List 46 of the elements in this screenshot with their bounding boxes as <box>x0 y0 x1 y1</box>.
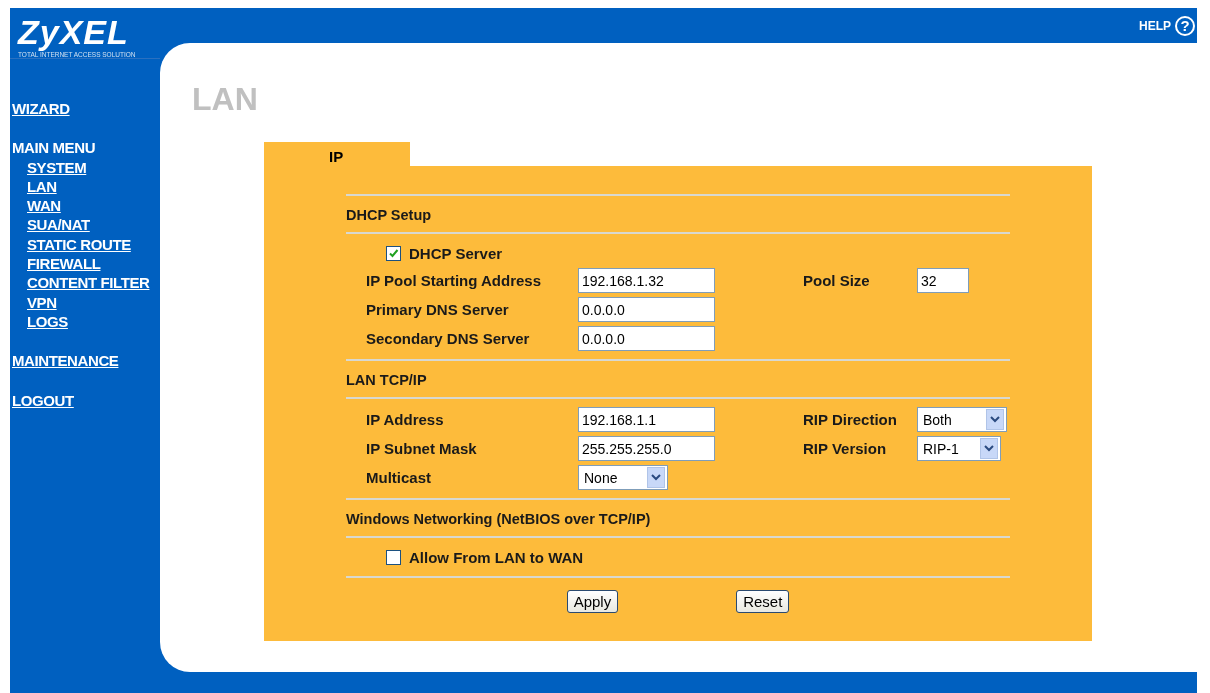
menu-link[interactable]: STATIC ROUTE <box>27 234 160 255</box>
menu-link[interactable]: SUA/NAT <box>27 215 160 235</box>
menu-link[interactable]: WIZARD <box>12 99 160 119</box>
field-label: Secondary DNS Server <box>366 330 531 347</box>
field-label: RIP Version <box>803 440 888 457</box>
menu-link[interactable]: SYSTEM <box>27 157 160 177</box>
action-button[interactable]: Reset <box>736 590 790 613</box>
field-label: Primary DNS Server <box>366 301 510 318</box>
field-label: IP Subnet Mask <box>366 440 478 457</box>
chevron-down-icon <box>647 467 665 488</box>
checkbox-label: Allow From LAN to WAN <box>409 548 584 566</box>
dropdown[interactable]: Both <box>917 407 1007 432</box>
help-link[interactable]: HELP ? <box>1139 15 1195 36</box>
field-label: Pool Size <box>803 272 871 289</box>
section-title: DHCP Setup <box>346 206 433 225</box>
menu-link[interactable]: CONTENT FILTER <box>27 273 160 293</box>
menu-link[interactable]: LOGOUT <box>12 390 160 410</box>
checkbox-label: DHCP Server <box>409 244 503 262</box>
chevron-down-icon <box>980 438 998 459</box>
dropdown[interactable]: RIP-1 <box>917 436 1001 461</box>
action-button[interactable]: Apply <box>566 590 619 613</box>
section-title: Windows Networking (NetBIOS over TCP/IP) <box>346 510 652 529</box>
dropdown[interactable]: None <box>578 465 668 490</box>
input-field[interactable]: 0.0.0.0 <box>578 326 715 351</box>
input-field[interactable]: 192.168.1.1 <box>578 407 715 432</box>
input-field[interactable]: 255.255.255.0 <box>578 436 715 461</box>
page-title: LAN <box>192 81 259 118</box>
field-label: RIP Direction <box>803 411 898 428</box>
input-field[interactable]: 0.0.0.0 <box>578 297 715 322</box>
menu-link[interactable]: LAN <box>27 176 160 197</box>
checkbox[interactable] <box>386 549 401 565</box>
input-field[interactable]: 32 <box>917 268 969 293</box>
field-label: IP Address <box>366 411 445 428</box>
checkbox[interactable] <box>386 245 401 261</box>
menu-link[interactable]: MAINTENANCE <box>12 351 160 371</box>
chevron-down-icon <box>986 409 1004 430</box>
tab[interactable]: IP <box>264 142 410 166</box>
field-label: Multicast <box>366 469 432 486</box>
field-label: IP Pool Starting Address <box>366 272 543 289</box>
menu-link[interactable]: FIREWALL <box>27 254 160 274</box>
menu-link[interactable]: LOGS <box>27 311 160 332</box>
menu-link[interactable]: VPN <box>27 292 160 312</box>
input-field[interactable]: 192.168.1.32 <box>578 268 715 293</box>
menu-heading: MAIN MENU <box>12 138 97 158</box>
section-title: LAN TCP/IP <box>346 371 428 390</box>
menu-link[interactable]: WAN <box>27 196 160 216</box>
